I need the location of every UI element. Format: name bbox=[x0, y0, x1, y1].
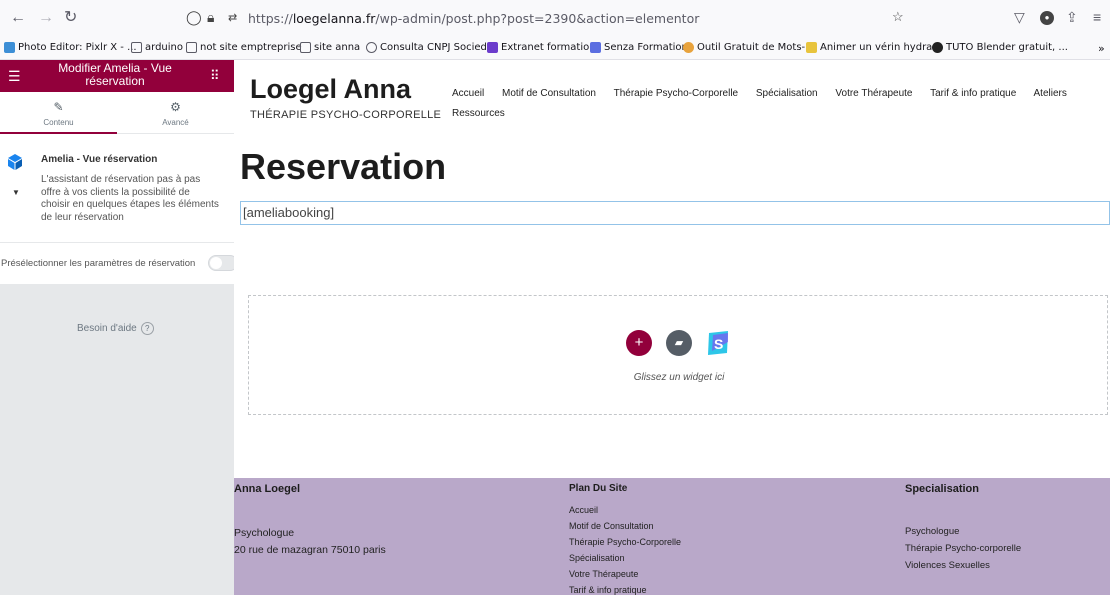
main-menu: Accueil Motif de Consultation Thérapie P… bbox=[452, 84, 1102, 124]
panel-tabs: ✎ Contenu ⚙ Avancé bbox=[0, 92, 234, 134]
widgets-grid-icon[interactable]: ⠿ bbox=[210, 68, 220, 84]
footer-link[interactable]: Spécialisation bbox=[569, 550, 681, 566]
more-bookmarks-icon[interactable]: » bbox=[1098, 42, 1105, 55]
widget-title: Amelia - Vue réservation bbox=[41, 154, 158, 165]
bookmark-item[interactable]: Consulta CNPJ Socied... bbox=[366, 42, 496, 53]
amelia-logo-icon bbox=[8, 154, 22, 170]
footer-col2-title: Plan Du Site bbox=[569, 483, 628, 494]
preselect-label: Présélectionner les paramètres de réserv… bbox=[1, 258, 196, 269]
panel-footer-area: Besoin d'aide? bbox=[0, 284, 234, 595]
footer-sitemap: Accueil Motif de Consultation Thérapie P… bbox=[569, 502, 681, 598]
permissions-icon[interactable]: ⇄ bbox=[228, 11, 237, 24]
pocket-icon[interactable]: ▽ bbox=[1014, 9, 1025, 26]
page-title[interactable]: Reservation bbox=[240, 146, 446, 188]
menu-item-ressources[interactable]: Ressources bbox=[452, 108, 505, 119]
address-bar[interactable]: ◯ 🔒︎ ⇄ https://loegelanna.fr/wp-admin/po… bbox=[180, 6, 915, 32]
help-link[interactable]: Besoin d'aide? bbox=[77, 322, 154, 335]
folder-icon bbox=[131, 42, 142, 53]
share-icon[interactable]: ⇪ bbox=[1066, 9, 1078, 26]
menu-item-ateliers[interactable]: Ateliers bbox=[1034, 88, 1067, 99]
footer-col3-title: Specialisation bbox=[905, 483, 979, 495]
bookmark-item[interactable]: site anna bbox=[300, 42, 360, 53]
panel-header: ☰ Modifier Amelia - Vue réservation ⠿ bbox=[0, 60, 234, 92]
keyword-tool-icon bbox=[683, 42, 694, 53]
footer-col1-text: Psychologue 20 rue de mazagran 75010 par… bbox=[234, 527, 386, 556]
menu-item-tarif[interactable]: Tarif & info pratique bbox=[930, 88, 1016, 99]
widget-dropzone[interactable]: + ▰ S Glissez un widget ici bbox=[248, 295, 1108, 415]
blender-icon bbox=[932, 42, 943, 53]
menu-item-specialisation[interactable]: Spécialisation bbox=[756, 88, 818, 99]
site-preview: Loegel Anna THÉRAPIE PSYCHO-CORPORELLE A… bbox=[234, 60, 1110, 595]
forward-arrow-icon[interactable]: → bbox=[38, 9, 54, 27]
menu-icon[interactable]: ≡ bbox=[1093, 9, 1101, 25]
reload-icon[interactable]: ↻ bbox=[64, 9, 77, 27]
add-template-button[interactable]: ▰ bbox=[666, 330, 692, 356]
menu-item-motif[interactable]: Motif de Consultation bbox=[502, 88, 596, 99]
bookmark-item[interactable]: Outil Gratuit de Mots-... bbox=[683, 42, 815, 53]
footer-link[interactable]: Accueil bbox=[569, 502, 681, 518]
tab-advanced[interactable]: ⚙ Avancé bbox=[117, 92, 234, 134]
footer-col1-title: Anna Loegel bbox=[234, 483, 301, 495]
back-arrow-icon[interactable]: ← bbox=[10, 9, 26, 27]
bookmarks-bar: Photo Editor: Pixlr X - ... arduino not … bbox=[0, 38, 1110, 60]
footer-col3-text: Psychologue Thérapie Psycho-corporelle V… bbox=[905, 526, 1022, 571]
pixlr-icon bbox=[4, 42, 15, 53]
shortcode-widget[interactable]: [ameliabooking] bbox=[240, 201, 1110, 225]
panel-title: Modifier Amelia - Vue réservation bbox=[58, 61, 172, 88]
widget-description: L'assistant de réservation pas à pas off… bbox=[41, 174, 219, 223]
menu-item-therapeute[interactable]: Votre Thérapeute bbox=[835, 88, 912, 99]
bookmark-item[interactable]: Extranet formation bbox=[487, 42, 596, 53]
gear-icon: ⚙ bbox=[170, 100, 181, 114]
menu-item-therapie[interactable]: Thérapie Psycho-Corporelle bbox=[614, 88, 739, 99]
pencil-icon bbox=[806, 42, 817, 53]
url-text[interactable]: https://loegelanna.fr/wp-admin/post.php?… bbox=[248, 11, 699, 26]
bookmark-item[interactable]: Photo Editor: Pixlr X - ... bbox=[4, 42, 137, 53]
bookmark-item[interactable]: not site emptreprise bbox=[186, 42, 302, 53]
lock-icon[interactable]: 🔒︎ bbox=[207, 9, 214, 26]
bookmark-item[interactable]: arduino bbox=[131, 42, 183, 53]
bookmark-star-icon[interactable]: ☆ bbox=[892, 9, 904, 25]
menu-item-accueil[interactable]: Accueil bbox=[452, 88, 484, 99]
question-icon: ? bbox=[140, 322, 154, 335]
elementor-panel: ☰ Modifier Amelia - Vue réservation ⠿ ✎ … bbox=[0, 60, 238, 595]
svg-text:S: S bbox=[714, 336, 723, 352]
tab-content[interactable]: ✎ Contenu bbox=[0, 92, 117, 134]
dropzone-hint: Glissez un widget ici bbox=[633, 372, 725, 383]
extranet-icon bbox=[487, 42, 498, 53]
browser-toolbar: ← → ↻ ◯ 🔒︎ ⇄ https://loegelanna.fr/wp-ad… bbox=[0, 0, 1110, 38]
site-tagline: THÉRAPIE PSYCHO-CORPORELLE bbox=[250, 109, 442, 121]
widget-info: ▼ Amelia - Vue réservation L'assistant d… bbox=[0, 148, 234, 240]
starter-templates-icon[interactable]: S bbox=[704, 329, 732, 357]
preselect-row: Présélectionner les paramètres de réserv… bbox=[0, 242, 238, 284]
shield-icon[interactable]: ◯ bbox=[186, 9, 202, 26]
add-section-button[interactable]: + bbox=[626, 330, 652, 356]
senza-icon bbox=[590, 42, 601, 53]
bookmark-item[interactable]: TUTO Blender gratuit, ... bbox=[932, 42, 1068, 53]
folder-icon bbox=[186, 42, 197, 53]
footer-link[interactable]: Thérapie Psycho-Corporelle bbox=[569, 534, 681, 550]
footer-link[interactable]: Tarif & info pratique bbox=[569, 582, 681, 598]
toggle-knob bbox=[210, 257, 222, 269]
hamburger-icon[interactable]: ☰ bbox=[8, 68, 21, 85]
caret-down-icon[interactable]: ▼ bbox=[12, 188, 20, 197]
footer-link[interactable]: Motif de Consultation bbox=[569, 518, 681, 534]
site-logo[interactable]: Loegel Anna bbox=[250, 74, 411, 105]
folder-icon bbox=[300, 42, 311, 53]
site-footer: Anna Loegel Psychologue 20 rue de mazagr… bbox=[234, 478, 1110, 595]
bookmark-item[interactable]: Senza Formation bbox=[590, 42, 688, 53]
pencil-icon: ✎ bbox=[53, 100, 64, 114]
account-icon[interactable]: ● bbox=[1040, 11, 1054, 25]
bookmark-item[interactable]: Animer un vérin hydra... bbox=[806, 42, 942, 53]
globe-icon bbox=[366, 42, 377, 53]
footer-link[interactable]: Votre Thérapeute bbox=[569, 566, 681, 582]
